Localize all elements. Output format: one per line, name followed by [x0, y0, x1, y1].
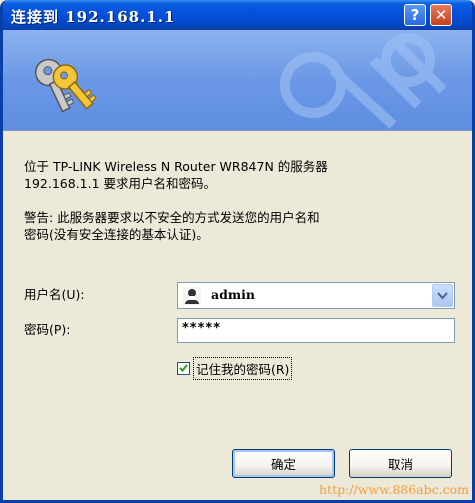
username-dropdown-button[interactable]	[432, 284, 453, 307]
banner	[3, 30, 472, 131]
help-button[interactable]: ?	[404, 4, 426, 26]
login-dialog: 连接到 192.168.1.1 ? ✕ 位于 TP-LINK Wireless …	[0, 0, 475, 503]
message-line-1: 位于 TP-LINK Wireless N Router WR847N 的服务器	[24, 159, 328, 174]
window-title: 连接到 192.168.1.1	[11, 8, 176, 26]
check-icon	[179, 364, 188, 372]
watermark: http://www.886abc.com	[319, 482, 469, 497]
username-value: admin	[211, 287, 255, 302]
password-value: *****	[182, 321, 221, 336]
help-icon: ?	[410, 6, 420, 24]
warning-line-1: 警告: 此服务器要求以不安全的方式发送您的用户名和	[24, 210, 320, 225]
remember-password[interactable]: 记住我的密码(R)	[177, 356, 293, 380]
remember-label[interactable]: 记住我的密码(R)	[192, 356, 293, 380]
cancel-button[interactable]: 取消	[349, 449, 452, 478]
remember-checkbox[interactable]	[177, 361, 190, 375]
keys-icon	[34, 58, 97, 113]
user-account-icon	[183, 287, 201, 305]
close-icon: ✕	[434, 6, 448, 24]
message-line-2: 192.168.1.1 要求用户名和密码。	[24, 176, 217, 191]
banner-decoration	[280, 33, 447, 129]
password-field[interactable]: *****	[177, 318, 455, 343]
chevron-down-icon	[437, 291, 448, 299]
ok-button[interactable]: 确定	[232, 449, 335, 478]
password-label: 密码(P):	[24, 322, 71, 337]
close-button[interactable]: ✕	[430, 4, 452, 26]
username-combobox[interactable]: admin	[177, 282, 455, 309]
title-bar[interactable]: 连接到 192.168.1.1 ? ✕	[3, 0, 472, 30]
warning-line-2: 密码(没有安全连接的基本认证)。	[24, 227, 209, 242]
username-label: 用户名(U):	[24, 287, 85, 302]
